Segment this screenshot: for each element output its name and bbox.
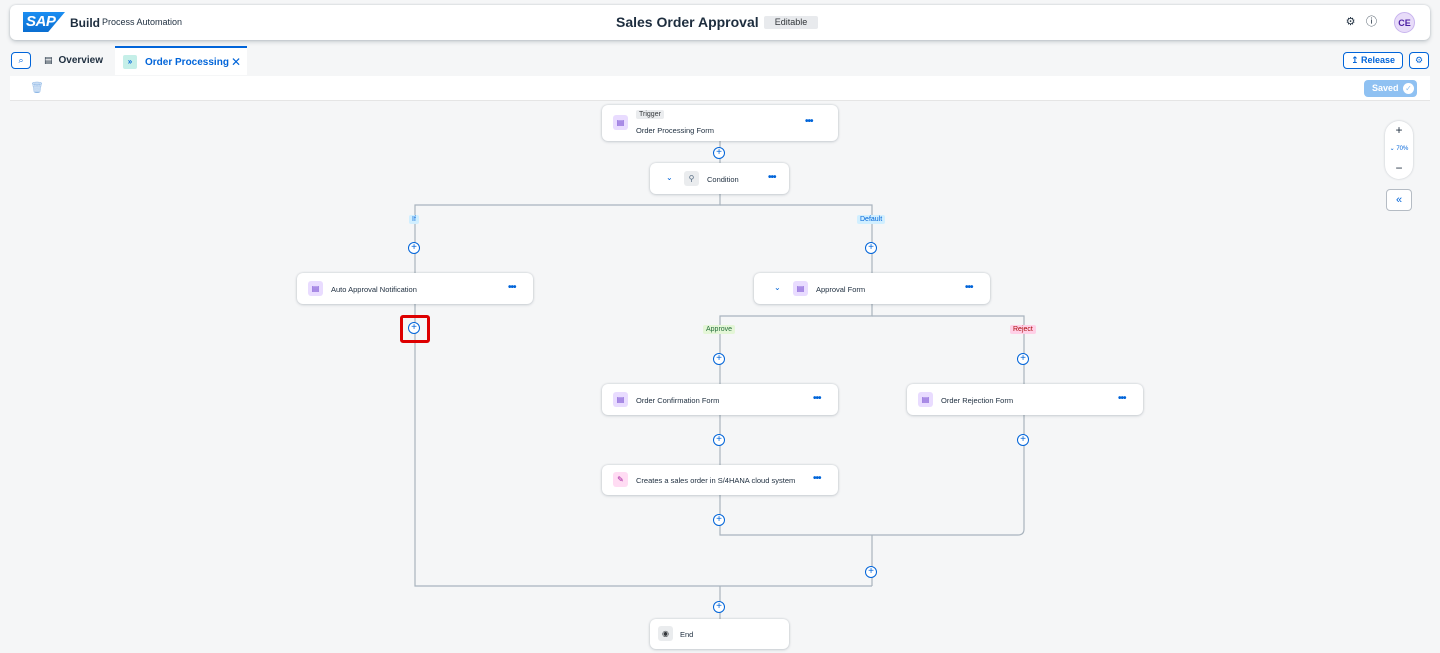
zoom-out-button[interactable]: − <box>1385 159 1413 177</box>
auto-approval-label: Auto Approval Notification <box>331 285 417 294</box>
end-icon: ◉ <box>658 626 673 641</box>
approval-form-label: Approval Form <box>816 285 866 294</box>
wire <box>719 304 873 384</box>
order-rejection-node[interactable]: ▤ Order Rejection Form ••• <box>907 384 1143 415</box>
avatar[interactable]: CE <box>1394 12 1415 33</box>
form-icon: ▤ <box>613 115 628 130</box>
sap-logo[interactable]: SAP <box>23 12 65 32</box>
add-step-icon[interactable]: + <box>713 353 725 365</box>
saved-button[interactable]: Saved ✓ <box>1364 80 1417 97</box>
end-label: End <box>680 630 694 639</box>
approval-form-node[interactable]: ⌄ ▤ Approval Form ••• <box>754 273 990 304</box>
wire <box>719 495 872 536</box>
trigger-node[interactable]: ▤ Trigger Order Processing Form ••• <box>602 105 838 141</box>
overview-icon: ▤ <box>44 55 53 65</box>
status-badge: Editable <box>764 16 818 29</box>
add-step-icon[interactable]: + <box>713 434 725 446</box>
form-icon: ▤ <box>613 392 628 407</box>
order-rejection-label: Order Rejection Form <box>941 396 1014 405</box>
add-step-icon[interactable]: + <box>713 147 725 159</box>
add-step-icon[interactable]: + <box>1017 434 1029 446</box>
wire <box>414 304 872 587</box>
release-button[interactable]: ↥ Release <box>1343 52 1403 69</box>
end-node[interactable]: ◉ End <box>650 619 789 649</box>
sales-order-node[interactable]: ✎ Creates a sales order in S/4HANA cloud… <box>602 465 838 495</box>
tab-overview-label: Overview <box>58 55 103 66</box>
tab-overview[interactable]: ▤ Overview <box>44 46 103 75</box>
auto-approval-node[interactable]: ▤ Auto Approval Notification ••• <box>297 273 533 304</box>
feedback-icon[interactable]: ⚙ <box>1342 14 1359 31</box>
release-label: Release <box>1361 55 1396 65</box>
chevron-down-icon: ⌄ <box>1389 146 1395 152</box>
trigger-tag: Trigger <box>636 110 664 119</box>
add-step-icon[interactable]: + <box>408 242 420 254</box>
mail-icon: ▤ <box>308 281 323 296</box>
highlight-box <box>400 315 430 343</box>
more-icon[interactable]: ••• <box>805 116 813 127</box>
add-step-icon[interactable]: + <box>713 601 725 613</box>
wire <box>720 204 873 273</box>
branch-icon: ⚲ <box>684 171 699 186</box>
more-icon[interactable]: ••• <box>1118 393 1126 404</box>
tab-order-processing-label: Order Processing <box>145 57 229 68</box>
search-objects-icon[interactable]: ⌕ <box>11 52 31 69</box>
sales-order-label: Creates a sales order in S/4HANA cloud s… <box>636 476 796 485</box>
shell-bar: SAP Build Process Automation Sales Order… <box>10 5 1430 40</box>
process-icon: » <box>123 55 137 70</box>
zoom-in-button[interactable]: + <box>1385 121 1413 139</box>
add-step-icon[interactable]: + <box>865 566 877 578</box>
chevron-down-icon[interactable]: ⌄ <box>666 173 673 182</box>
condition-label: Condition <box>707 175 739 184</box>
add-step-icon[interactable]: + <box>865 242 877 254</box>
zoom-level[interactable]: ⌄ 70% <box>1385 139 1413 159</box>
add-step-icon[interactable]: + <box>713 514 725 526</box>
branch-label-if: If <box>409 215 419 224</box>
wire <box>872 315 1025 384</box>
order-confirmation-node[interactable]: ▤ Order Confirmation Form ••• <box>602 384 838 415</box>
add-step-icon[interactable]: + <box>1017 353 1029 365</box>
process-canvas[interactable]: ▤ Trigger Order Processing Form ••• + ⌄ … <box>10 101 1430 653</box>
order-confirmation-label: Order Confirmation Form <box>636 396 720 405</box>
zoom-level-value: 70% <box>1396 146 1409 152</box>
page-title: Sales Order Approval <box>616 14 759 30</box>
canvas-toolbar: 🗑 Saved ✓ <box>10 76 1430 101</box>
zoom-control: + ⌄ 70% − <box>1385 121 1413 179</box>
form-icon: ▤ <box>793 281 808 296</box>
condition-node[interactable]: ⌄ ⚲ Condition ••• <box>650 163 789 194</box>
trash-icon[interactable]: 🗑 <box>30 81 44 94</box>
collapse-panel-icon[interactable]: « <box>1386 189 1412 211</box>
form-icon: ▤ <box>918 392 933 407</box>
tab-order-processing[interactable]: » Order Processing ✕ <box>115 46 247 75</box>
check-icon: ✓ <box>1403 83 1414 94</box>
saved-label: Saved <box>1372 83 1399 93</box>
wire <box>872 415 1025 536</box>
chevron-down-icon[interactable]: ⌄ <box>774 283 781 292</box>
action-icon: ✎ <box>613 472 628 487</box>
settings-icon[interactable]: ⚙ <box>1409 52 1429 69</box>
branch-label-default: Default <box>857 215 886 224</box>
help-icon[interactable]: ⓘ <box>1363 14 1380 31</box>
upload-icon: ↥ <box>1350 55 1359 65</box>
wire <box>414 194 721 273</box>
trigger-label: Order Processing Form <box>636 126 714 135</box>
product-name: Process Automation <box>102 17 183 27</box>
close-icon[interactable]: ✕ <box>231 48 241 77</box>
more-icon[interactable]: ••• <box>508 282 516 293</box>
more-icon[interactable]: ••• <box>965 282 973 293</box>
more-icon[interactable]: ••• <box>768 172 776 183</box>
branch-label-approve: Approve <box>703 325 736 334</box>
branch-label-reject: Reject <box>1010 325 1036 334</box>
more-icon[interactable]: ••• <box>813 473 821 484</box>
brand-name: Build <box>70 16 100 30</box>
more-icon[interactable]: ••• <box>813 393 821 404</box>
tab-bar: ⌕ ▤ Overview » Order Processing ✕ ↥ Releas… <box>0 44 1440 75</box>
